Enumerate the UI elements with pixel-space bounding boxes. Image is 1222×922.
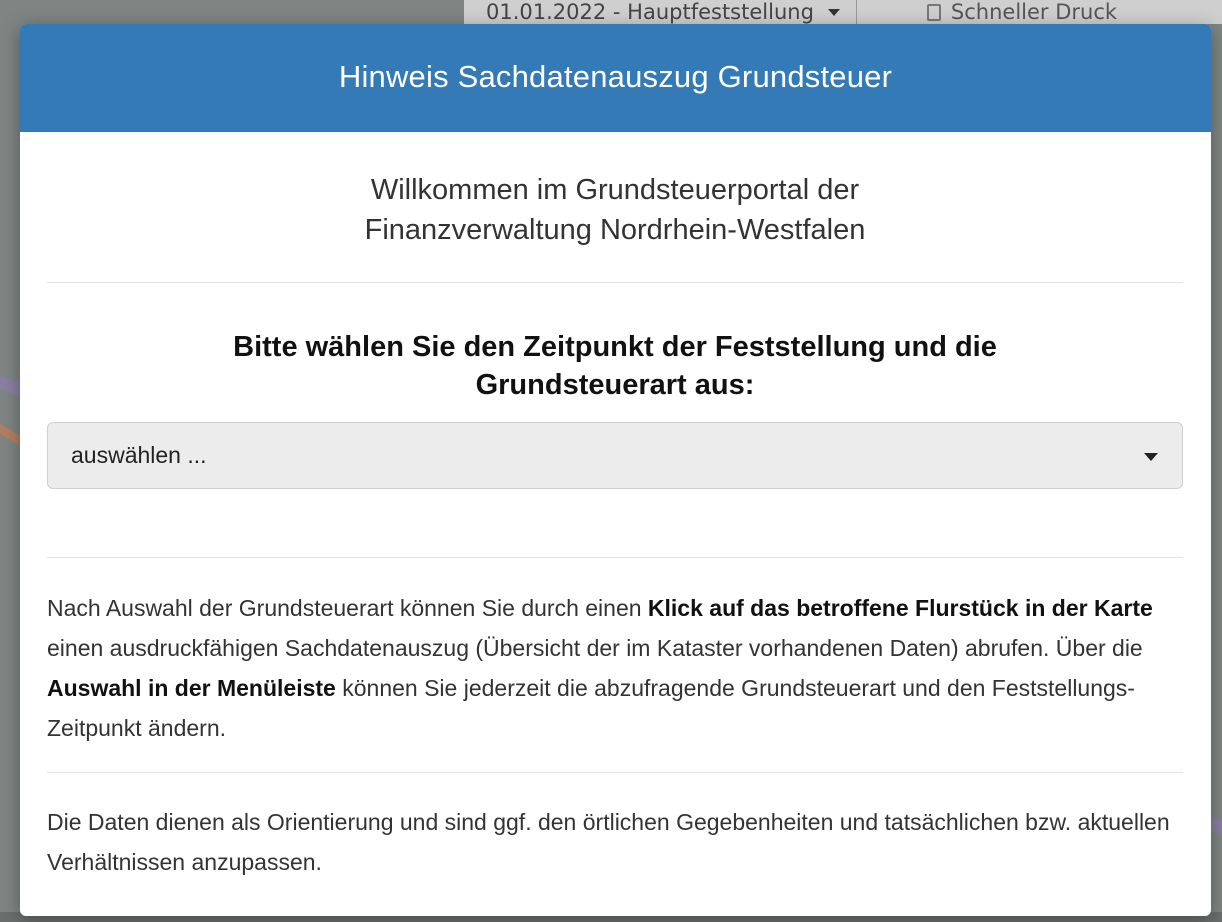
disclaimer-text: Die Daten dienen als Orientierung und si…	[47, 809, 1170, 875]
dialog-title: Hinweis Sachdatenauszug Grundsteuer	[338, 59, 893, 94]
dialog-header: Hinweis Sachdatenauszug Grundsteuer	[20, 24, 1211, 132]
dropdown-caret-icon	[1144, 453, 1158, 461]
sachdatenauszug-dialog: Hinweis Sachdatenauszug Grundsteuer Will…	[20, 24, 1211, 916]
welcome-line-1: Willkommen im Grundsteuerportal der	[370, 174, 860, 206]
document-icon	[926, 3, 941, 21]
quick-print-label: Schneller Druck	[950, 0, 1118, 24]
info-text-part: einen ausdruckfähigen Sachdatenauszug (Ü…	[47, 635, 1143, 661]
date-select-label: 01.01.2022 - Hauptfeststellung	[486, 0, 814, 24]
welcome-text: Willkommen im Grundsteuerportal der Fina…	[47, 132, 1183, 282]
welcome-line-2: Finanzverwaltung Nordrhein-Westfalen	[364, 214, 866, 246]
select-value: auswählen ...	[71, 442, 207, 468]
grundsteuerart-select[interactable]: auswählen ...	[47, 422, 1183, 489]
prompt-line-2: Grundsteuerart aus:	[475, 369, 755, 401]
selection-prompt: Bitte wählen Sie den Zeitpunkt der Fests…	[47, 283, 1183, 422]
feststellung-date-dropdown[interactable]: 01.01.2022 - Hauptfeststellung	[464, 0, 857, 24]
info-bold-menu-selection: Auswahl in der Menüleiste	[47, 675, 336, 701]
background-toolbar: 01.01.2022 - Hauptfeststellung Schneller…	[464, 0, 1222, 24]
info-text-part: Nach Auswahl der Grundsteuerart können S…	[47, 595, 648, 621]
instructions-text: Nach Auswahl der Grundsteuerart können S…	[47, 558, 1183, 772]
caret-down-icon	[827, 8, 840, 16]
quick-print-button[interactable]: Schneller Druck	[857, 0, 1117, 24]
dialog-body: Willkommen im Grundsteuerportal der Fina…	[20, 132, 1211, 882]
info-bold-click-map: Klick auf das betroffene Flurstück in de…	[647, 595, 1153, 621]
prompt-line-1: Bitte wählen Sie den Zeitpunkt der Fests…	[233, 331, 997, 363]
